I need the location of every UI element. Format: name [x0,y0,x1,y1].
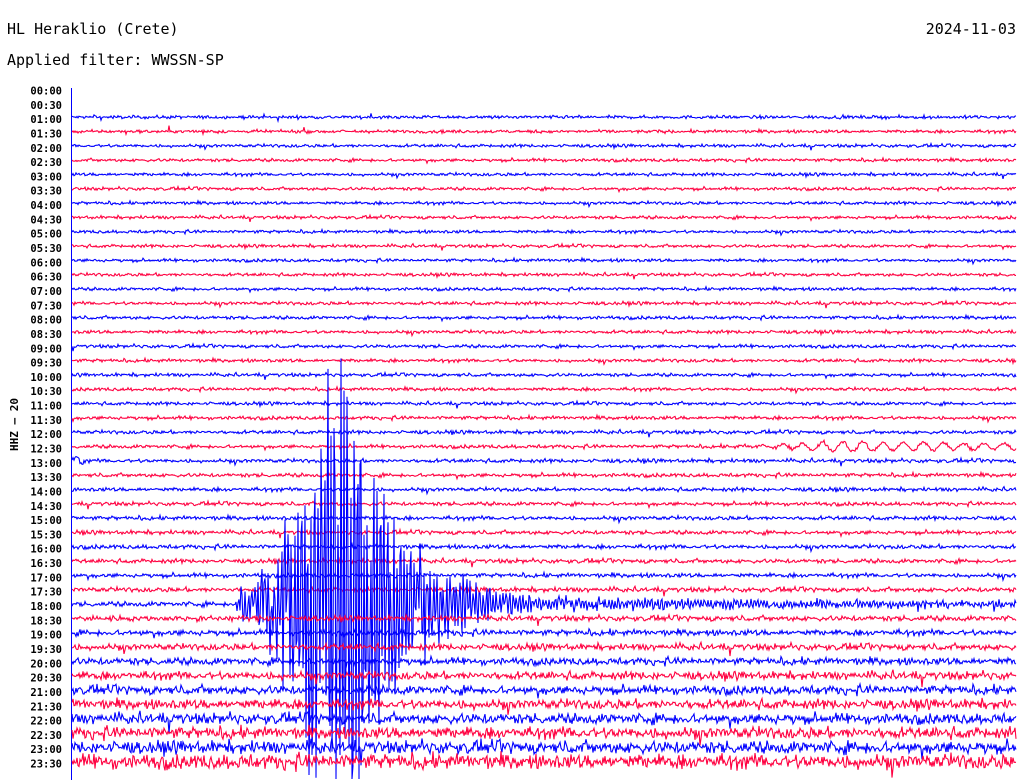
time-tick-label: 00:30 [30,100,62,112]
trace-1030 [71,385,1017,395]
time-tick-label: 05:00 [30,229,62,241]
time-tick-label: 10:30 [30,386,62,398]
time-tick-label: 10:00 [30,372,62,384]
time-tick-label: 12:00 [30,429,62,441]
time-tick-label: 23:30 [30,759,62,771]
time-tick-label: 06:30 [30,272,62,284]
trace-0130 [71,125,1017,137]
station-title: HL Heraklio (Crete) [7,20,179,38]
time-tick-label: 13:00 [30,458,62,470]
time-tick-label: 01:30 [30,128,62,140]
time-tick-label: 04:00 [30,200,62,212]
trace-1000 [71,370,1017,380]
trace-0530 [71,242,1017,251]
time-tick-label: 21:00 [30,687,62,699]
time-tick-label: 22:30 [30,730,62,742]
time-tick-label: 08:30 [30,329,62,341]
time-tick-label: 15:00 [30,515,62,527]
time-tick-label: 16:00 [30,544,62,556]
trace-2000 [71,654,1017,669]
trace-0330 [71,184,1016,194]
time-tick-label: 04:30 [30,214,62,226]
trace-1700 [71,570,1017,583]
trace-1900 [71,626,1017,639]
trace-1330 [71,470,1017,481]
trace-1630 [71,556,1017,568]
time-tick-label: 01:00 [30,114,62,126]
time-tick-label: 08:00 [30,315,62,327]
trace-1600 [71,541,1017,554]
trace-0700 [71,285,1017,294]
filter-label: Applied filter: WWSSN-SP [7,51,224,69]
trace-0300 [71,171,1017,180]
trace-2130 [71,696,1017,715]
trace-0930 [71,356,1017,366]
time-tick-label: 11:30 [30,415,62,427]
trace-0830 [71,328,1017,338]
trace-1300 [71,455,1017,467]
time-tick-label: 02:00 [30,143,62,155]
helicorder-plot: 00:00 00:30 01:00 01:30 02:00 02:30 03:00 03:30… [30,86,1017,780]
trace-1400 [71,485,1017,496]
trace-0730 [71,299,1017,309]
trace-0100 [71,112,1017,124]
time-tick-label: 02:30 [30,157,62,169]
time-tick-label: 03:30 [30,186,62,198]
time-tick-label: 18:00 [30,601,62,613]
time-tick-label: 09:00 [30,343,62,355]
trace-1200 [71,427,1017,438]
trace-0430 [71,213,1017,223]
trace-0800 [71,313,1017,323]
trace-1530 [71,527,1017,539]
trace-1730 [71,584,1017,597]
date-label: 2024-11-03 [925,20,1016,38]
trace-0200 [71,141,1017,151]
time-tick-label: 20:00 [30,658,62,670]
trace-2100 [71,681,1017,699]
time-tick-label: 12:30 [30,444,62,456]
trace-1500 [71,513,1017,525]
time-tick-label: 16:30 [30,558,62,570]
time-tick-label: 06:00 [30,257,62,269]
time-tick-label: 18:30 [30,615,62,627]
trace-2030 [71,669,1017,688]
trace-1230 [71,438,1017,453]
time-tick-label: 09:30 [30,358,62,370]
trace-0400 [71,199,1017,209]
time-tick-label: 21:30 [30,701,62,713]
time-tick-label: 07:30 [30,300,62,312]
time-tick-label: 05:30 [30,243,62,255]
trace-1830 [71,612,1017,626]
time-tick-label: 11:00 [30,401,62,413]
trace-1430 [71,499,1017,510]
trace-0900 [71,342,1017,352]
trace-1130 [71,413,1017,424]
time-tick-label: 17:00 [30,572,62,584]
time-tick-label: 13:30 [30,472,62,484]
trace-1930 [71,640,1017,657]
trace-0230 [71,156,1017,165]
trace-1100 [71,399,1017,409]
trace-0500 [71,227,1016,237]
time-tick-label: 17:30 [30,587,62,599]
time-tick-label: 23:00 [30,744,62,756]
time-tick-label: 07:00 [30,286,62,298]
trace-0600 [71,256,1017,266]
trace-2330 [71,751,1017,778]
time-tick-label: 22:00 [30,716,62,728]
time-tick-label: 03:00 [30,171,62,183]
trace-0630 [71,270,1016,280]
time-tick-label: 14:00 [30,486,62,498]
time-tick-label: 14:30 [30,501,62,513]
time-tick-label: 00:00 [30,86,62,98]
channel-label: HHZ – 20 [7,398,21,451]
time-tick-label: 19:00 [30,630,62,642]
time-tick-label: 20:30 [30,673,62,685]
time-tick-label: 19:30 [30,644,62,656]
time-tick-label: 15:30 [30,529,62,541]
